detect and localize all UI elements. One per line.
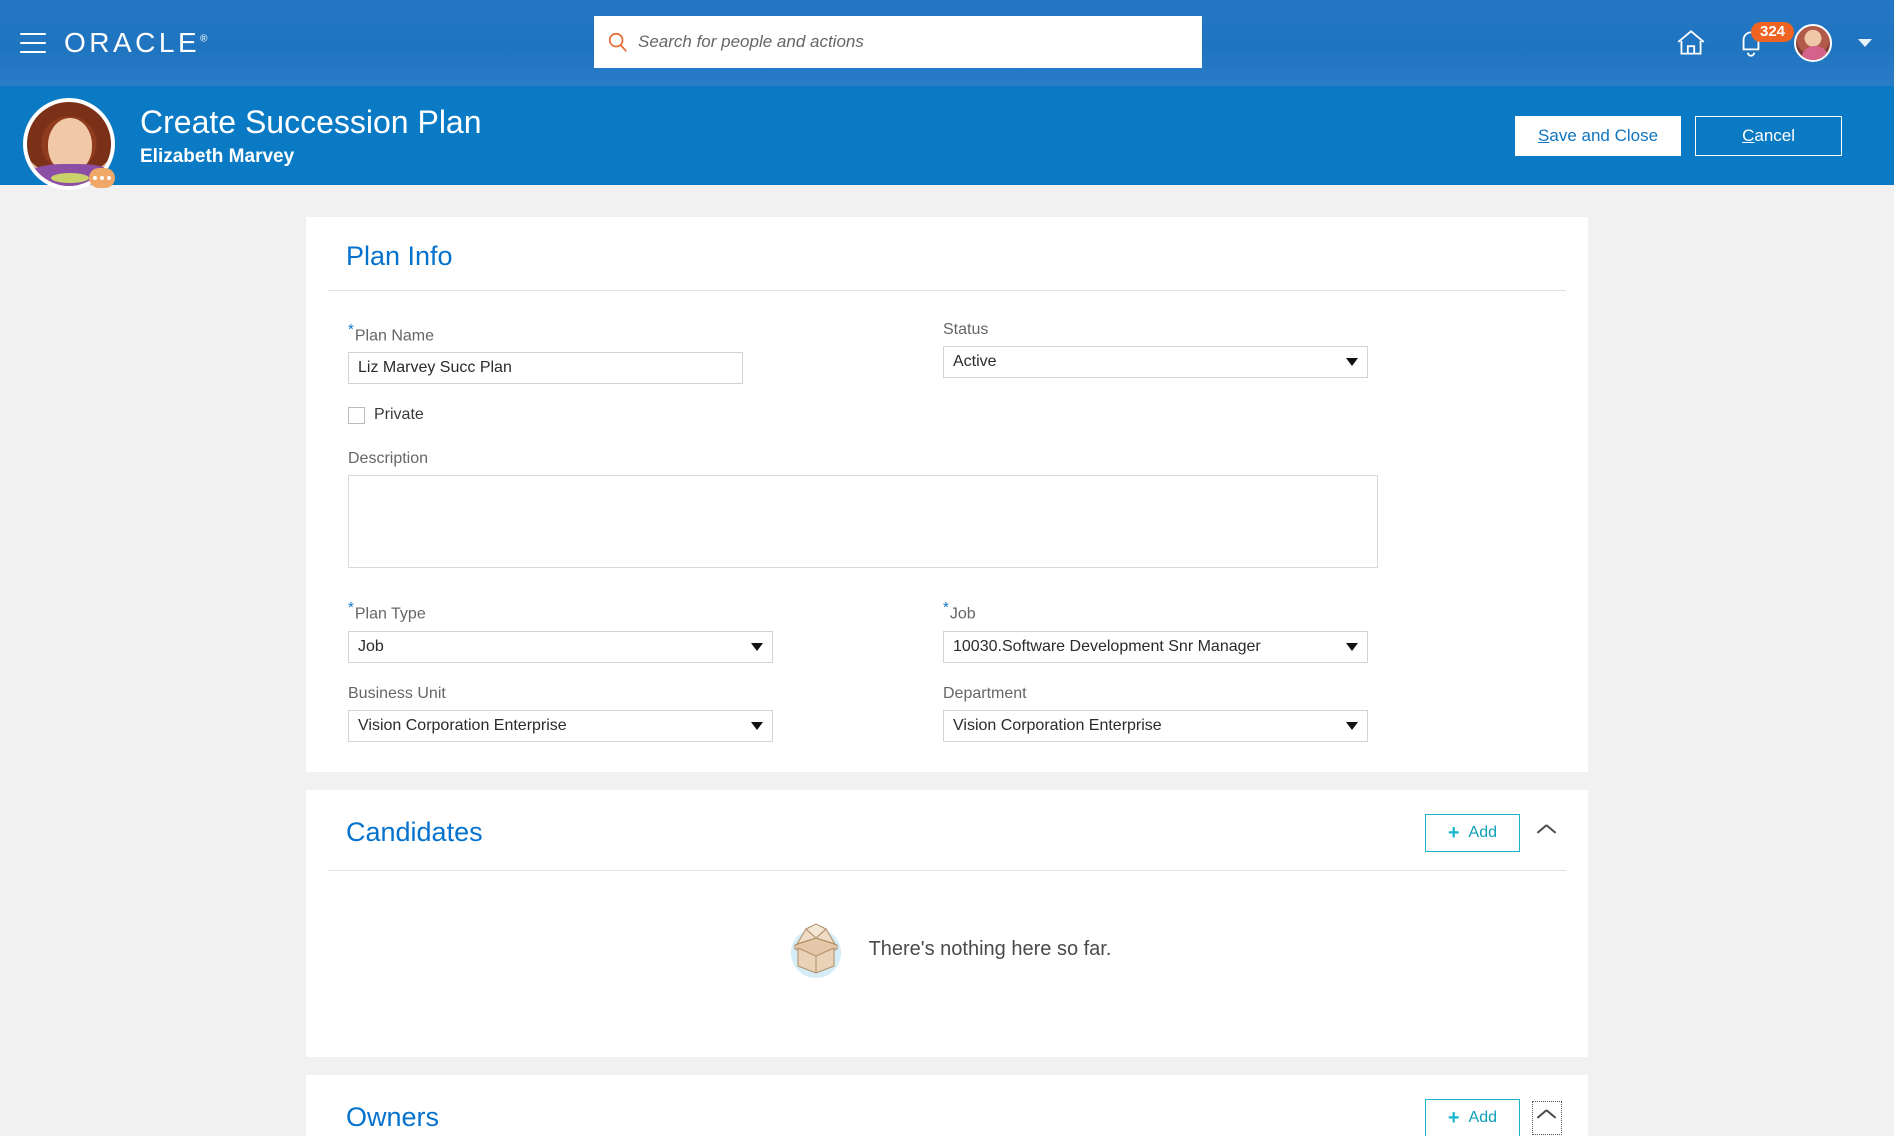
description-field-group: Description [348,450,1566,573]
chevron-down-icon [1346,721,1358,730]
owners-header: Owners + Add [328,1098,1566,1136]
header-actions: 324 [1674,0,1872,86]
description-textarea[interactable] [348,475,1378,569]
search-icon [608,32,627,52]
chevron-up-icon [1539,1113,1555,1122]
chevron-down-icon [751,642,763,651]
plan-info-title: Plan Info [346,241,453,271]
collapse-candidates-button[interactable] [1532,816,1562,850]
private-checkbox[interactable] [348,406,365,424]
owners-panel: Owners + Add Meg Fitzimmons Administrato… [306,1074,1588,1136]
form-row-name-status: *Plan Name Status Active [348,321,1566,385]
chevron-down-icon [751,721,763,730]
user-avatar[interactable] [1794,24,1832,62]
global-search[interactable] [594,16,1202,68]
add-candidate-label: Add [1468,823,1497,841]
page-title-group: Create Succession Plan Elizabeth Marvey [140,103,482,168]
global-header: ORACLE® 324 [0,0,1894,86]
form-row-type-job: *Plan Type Job *Job 10030.Software Devel… [348,599,1566,663]
department-value: Vision Corporation Enterprise [953,716,1162,734]
page-title: Create Succession Plan [140,103,482,140]
candidates-empty-message: There's nothing here so far. [868,938,1112,961]
plan-name-label: *Plan Name [348,321,943,345]
hamburger-menu-icon[interactable] [20,33,46,53]
department-label: Department [943,684,1027,702]
plan-name-input[interactable] [348,352,743,385]
plan-type-label-text: Plan Type [354,605,426,623]
chevron-up-icon [1539,828,1555,837]
add-owner-label: Add [1468,1108,1497,1126]
candidates-empty-state: There's nothing here so far. [328,871,1566,1031]
candidates-title: Candidates [346,817,483,848]
page-actions: Save and Close Cancel [1515,115,1842,156]
department-select[interactable]: Vision Corporation Enterprise [943,709,1368,742]
plan-info-form: *Plan Name Status Active Private Descrip… [328,291,1566,742]
required-marker: * [943,599,949,617]
person-avatar[interactable] [23,98,115,190]
add-owner-button[interactable]: + Add [1424,1098,1520,1136]
oracle-wordmark: ORACLE [64,27,201,58]
required-marker: * [348,321,354,338]
notifications-bell[interactable]: 324 [1734,22,1795,60]
oracle-logo[interactable]: ORACLE® [64,27,208,59]
plan-type-select[interactable]: Job [348,630,773,663]
oracle-trademark: ® [200,33,208,45]
plan-type-field-group: *Plan Type Job [348,599,943,663]
required-marker: * [348,599,354,617]
plus-icon: + [1447,821,1460,844]
chevron-down-icon[interactable] [1858,39,1872,47]
add-candidate-button[interactable]: + Add [1424,813,1520,852]
job-select[interactable]: 10030.Software Development Snr Manager [943,630,1368,663]
plan-info-panel: Plan Info *Plan Name Status Active P [306,217,1588,772]
owners-tools: + Add [1424,1098,1566,1136]
notification-badge: 324 [1751,22,1795,42]
plan-name-label-text: Plan Name [354,327,434,345]
job-label: *Job [943,599,1538,623]
candidates-panel: Candidates + Add There's nothing here so… [306,789,1588,1057]
plan-type-value: Job [358,637,384,655]
chevron-down-icon [1346,642,1358,651]
collapse-owners-button[interactable] [1532,1100,1562,1135]
job-label-text: Job [949,605,976,623]
form-row-bu-dept: Business Unit Vision Corporation Enterpr… [348,685,1566,742]
status-select[interactable]: Active [943,346,1368,378]
save-accel-letter: S [1538,125,1550,145]
page-title-bar: Create Succession Plan Elizabeth Marvey … [0,86,1894,190]
cancel-label-rest: ancel [1754,125,1795,145]
save-and-close-button[interactable]: Save and Close [1515,115,1682,156]
status-field-group: Status Active [943,321,1538,384]
chevron-down-icon [1346,358,1358,366]
search-input[interactable] [638,32,1189,52]
empty-box-icon [790,923,841,978]
business-unit-label: Business Unit [348,684,446,702]
home-icon[interactable] [1674,26,1708,60]
business-unit-select[interactable]: Vision Corporation Enterprise [348,709,773,742]
plan-info-header: Plan Info [328,241,1566,291]
description-label: Description [348,450,429,468]
plan-type-label: *Plan Type [348,599,943,623]
job-field-group: *Job 10030.Software Development Snr Mana… [943,599,1538,663]
page-content: Plan Info *Plan Name Status Active P [0,185,1894,1136]
private-label: Private [374,406,424,424]
department-field-group: Department Vision Corporation Enterprise [943,685,1538,742]
plan-name-field-group: *Plan Name [348,321,943,385]
save-label-rest: ave and Close [1549,125,1659,145]
cancel-button[interactable]: Cancel [1695,115,1842,156]
business-unit-value: Vision Corporation Enterprise [358,716,567,734]
status-label: Status [943,321,989,338]
candidates-tools: + Add [1424,813,1566,852]
plus-icon: + [1447,1106,1460,1129]
page-subtitle: Elizabeth Marvey [140,146,295,168]
status-value: Active [953,353,997,370]
more-actions-icon[interactable] [89,168,115,188]
owners-title: Owners [346,1102,440,1133]
cancel-accel-letter: C [1742,125,1755,145]
business-unit-field-group: Business Unit Vision Corporation Enterpr… [348,685,943,742]
candidates-header: Candidates + Add [328,813,1566,871]
job-value: 10030.Software Development Snr Manager [953,637,1261,655]
private-checkbox-row[interactable]: Private [348,406,1566,424]
